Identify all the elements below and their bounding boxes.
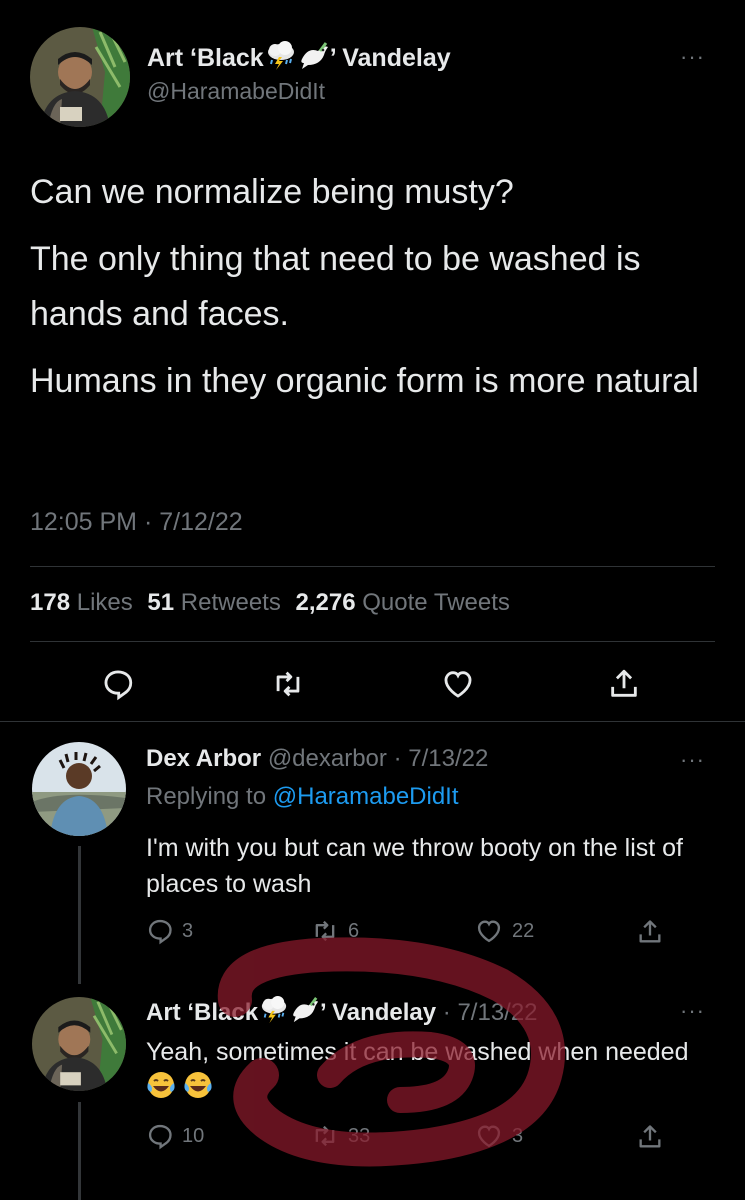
- like-count: 22: [512, 919, 535, 942]
- divider: [30, 641, 715, 642]
- like-count: 3: [512, 1124, 524, 1147]
- tears-of-joy-emoji-icon: [146, 1070, 176, 1110]
- reply-author-name[interactable]: Dex Arbor: [146, 745, 261, 772]
- likes-label: Likes: [76, 589, 133, 616]
- main-share-button[interactable]: [607, 666, 641, 707]
- tweet-paragraph: Humans in they organic form is more natu…: [30, 362, 699, 400]
- reply-like-button[interactable]: 22: [474, 917, 534, 945]
- thread-connector-line: [78, 846, 81, 984]
- tweet-paragraph: Can we normalize being musty?: [30, 173, 514, 211]
- share-icon: [611, 669, 637, 697]
- main-like-button[interactable]: [440, 667, 476, 706]
- heart-icon: [444, 671, 472, 698]
- cloud-lightning-emoji-icon: [264, 41, 298, 78]
- main-reply-button[interactable]: [101, 667, 135, 706]
- reply-share-button[interactable]: [636, 1122, 664, 1157]
- tears-of-joy-emoji-icon: [183, 1070, 213, 1110]
- main-retweet-button[interactable]: [270, 667, 306, 706]
- reply-icon: [148, 1124, 172, 1150]
- reply-header: Art ‘Black ’ Vandelay · 7/13/22: [146, 996, 538, 1031]
- main-author-handle[interactable]: @HaramabeDidIt: [147, 78, 325, 105]
- dove-emoji-icon: [290, 996, 320, 1031]
- reply-icon: [104, 670, 133, 701]
- reply-reply-button[interactable]: 3: [146, 917, 193, 945]
- author-name-prefix: Art ‘Black: [147, 44, 264, 73]
- replying-to-handle-link[interactable]: @HaramabeDidIt: [273, 783, 459, 810]
- likes-count: 178: [30, 589, 71, 616]
- reply-retweet-button[interactable]: 6: [310, 917, 359, 945]
- quotes-stat[interactable]: 2,276 Quote Tweets: [296, 589, 510, 616]
- dove-emoji-icon: [298, 41, 330, 78]
- retweet-icon: [276, 671, 300, 697]
- main-author-name[interactable]: Art ‘Black ’ Vandelay: [147, 41, 451, 78]
- main-author-avatar[interactable]: [30, 27, 130, 127]
- quotes-label: Quote Tweets: [362, 589, 510, 616]
- main-more-dots-icon[interactable]: ···: [680, 44, 705, 70]
- reply-retweet-button[interactable]: 33: [310, 1122, 370, 1150]
- reply-count: 10: [182, 1124, 205, 1147]
- main-tweet-text: Can we normalize being musty? The only t…: [30, 165, 730, 409]
- reply-text-body: Yeah, sometimes it can be washed when ne…: [146, 1038, 689, 1066]
- retweets-count: 51: [147, 589, 175, 616]
- reply-header: Dex Arbor @dexarbor · 7/13/22: [146, 745, 488, 773]
- replying-to-label: Replying to: [146, 783, 267, 810]
- reply-author-handle[interactable]: @dexarbor: [268, 745, 387, 772]
- divider: [30, 566, 715, 567]
- heart-icon: [477, 1125, 501, 1148]
- retweet-count: 6: [348, 919, 360, 942]
- likes-stat[interactable]: 178 Likes: [30, 589, 133, 616]
- reply-text: Yeah, sometimes it can be washed when ne…: [146, 1034, 706, 1110]
- reply-author-name-suffix[interactable]: ’ Vandelay: [320, 999, 436, 1026]
- reply-more-dots-icon[interactable]: ···: [680, 747, 705, 773]
- thread-connector-line: [78, 1102, 81, 1200]
- reply-date[interactable]: · 7/13/22: [394, 745, 489, 772]
- reply-author-name-prefix[interactable]: Art ‘Black: [146, 999, 258, 1026]
- retweets-stat[interactable]: 51 Retweets: [147, 589, 280, 616]
- quotes-count: 2,276: [295, 589, 356, 616]
- reply-author-avatar[interactable]: [32, 742, 126, 836]
- tweet-paragraph: The only thing that need to be washed is…: [30, 240, 641, 333]
- divider: [0, 721, 745, 722]
- main-timestamp[interactable]: 12:05 PM · 7/12/22: [30, 508, 243, 537]
- heart-icon: [477, 920, 501, 943]
- reply-date[interactable]: · 7/13/22: [443, 999, 538, 1026]
- retweet-icon: [315, 1125, 335, 1147]
- reply-like-button[interactable]: 3: [474, 1122, 523, 1150]
- replying-to: Replying to @HaramabeDidIt: [146, 783, 459, 811]
- retweet-count: 33: [348, 1124, 371, 1147]
- retweet-icon: [315, 920, 335, 942]
- reply-reply-button[interactable]: 10: [146, 1122, 204, 1150]
- reply-author-avatar[interactable]: [32, 997, 126, 1091]
- reply-more-dots-icon[interactable]: ···: [680, 998, 705, 1024]
- author-name-suffix: ’ Vandelay: [329, 44, 451, 73]
- share-icon: [639, 1125, 661, 1148]
- retweets-label: Retweets: [180, 589, 281, 616]
- cloud-lightning-emoji-icon: [258, 996, 290, 1031]
- reply-share-button[interactable]: [636, 917, 664, 952]
- reply-text: I'm with you but can we throw booty on t…: [146, 834, 683, 898]
- reply-count: 3: [182, 919, 194, 942]
- engagement-stats: 178 Likes 51 Retweets 2,276 Quote Tweets: [30, 589, 510, 617]
- share-icon: [639, 920, 661, 943]
- reply-icon: [148, 919, 172, 945]
